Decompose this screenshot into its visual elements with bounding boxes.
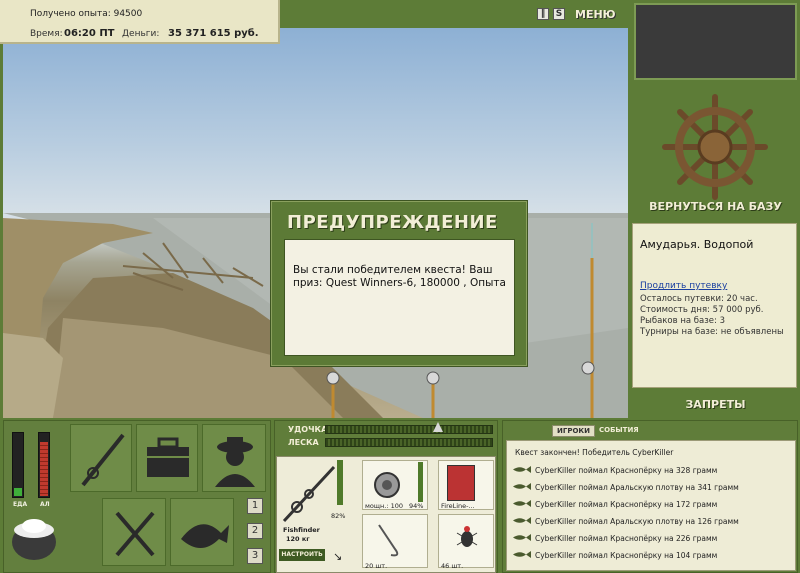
fishers-count: Рыбаков на базе: 3 (640, 316, 725, 326)
reel-percent: 94% (409, 502, 424, 510)
chat-header: Квест закончен! Победитель CyberKiller (515, 448, 674, 457)
fish-icon (513, 517, 531, 524)
line-tension-label: ЛЕСКА (288, 438, 319, 447)
fish-icon (513, 551, 531, 558)
eat-button[interactable] (102, 498, 166, 566)
rod-reel-icon[interactable] (279, 459, 339, 525)
catch-button[interactable] (170, 498, 234, 566)
tackle-box-icon (147, 437, 189, 477)
trip-remaining: Осталось путевки: 20 час. (640, 294, 758, 304)
knife-fork-icon (115, 511, 155, 557)
time-label: Время: (30, 29, 63, 39)
sound-icon[interactable]: S (553, 8, 565, 20)
extend-trip-link[interactable]: Продлить путевку (640, 281, 727, 291)
alcohol-gauge (38, 432, 50, 498)
bait-count: 46 шт. (441, 562, 464, 570)
bait-slot[interactable] (438, 514, 494, 568)
reel-power: мощн.: 100 (365, 502, 403, 510)
fisherman-icon (215, 437, 255, 487)
alcohol-label: АЛ (40, 501, 50, 508)
tackle-box-button[interactable] (136, 424, 198, 492)
return-to-base-button[interactable]: ВЕРНУТЬСЯ НА БАЗУ (634, 200, 797, 213)
rod-weight: 120 кг (286, 535, 310, 543)
rod-tension-bar (325, 425, 493, 434)
player-stats: Получено опыта: 94500 Время: 06:20 ПТ Де… (0, 0, 280, 44)
hook-count: 20 шт. (365, 562, 388, 570)
list-item: CyberKiller поймал Краснопёрку на 328 гр… (535, 466, 718, 475)
list-item: CyberKiller поймал Аральскую плотву на 1… (535, 517, 739, 526)
bait-icon (456, 526, 478, 547)
fisherman-button[interactable] (202, 424, 266, 492)
hook-icon (378, 524, 399, 557)
slot-1-button[interactable]: 1 (247, 498, 263, 514)
bans-button[interactable]: ЗАПРЕТЫ (634, 398, 797, 411)
pause-icon[interactable]: ‖ (537, 8, 549, 20)
fish-icon (181, 524, 229, 548)
food-gauge (12, 432, 24, 498)
line-tension-bar (325, 438, 493, 447)
menu-button[interactable]: МЕНЮ (575, 8, 616, 21)
fish-icon (513, 534, 531, 541)
top-controls: ‖ S МЕНЮ (537, 6, 616, 22)
arrow-icon: ↘ (333, 550, 343, 563)
hook-slot[interactable] (362, 514, 428, 568)
slot-3-button[interactable]: 3 (247, 548, 263, 564)
rod-durability-bar (337, 460, 343, 505)
list-item: CyberKiller поймал Краснопёрку на 226 гр… (535, 534, 718, 543)
fish-icon (513, 483, 531, 490)
rod-percent: 82% (331, 512, 346, 520)
day-cost: Стоимость дня: 57 000 руб. (640, 305, 764, 315)
fishing-rod-icon (81, 433, 125, 487)
reel-durability-bar (418, 462, 423, 502)
cauldron-icon[interactable] (8, 512, 60, 564)
experience-label: Получено опыта: 94500 (30, 9, 143, 19)
tournaments-status: Турниры на базе: не объявлены (640, 327, 784, 337)
time-value: 06:20 ПТ (64, 28, 115, 39)
dialog-title: ПРЕДУПРЕЖДЕНИЕ (287, 212, 498, 233)
ship-wheel-icon[interactable] (660, 92, 770, 202)
base-info-panel: Амударья. Водопой Продлить путевку Остал… (632, 223, 797, 388)
fishing-line-icon (447, 465, 475, 501)
rod-button[interactable] (70, 424, 132, 492)
list-item: CyberKiller поймал Краснопёрку на 172 гр… (535, 500, 718, 509)
dialog-message: Вы стали победителем квеста! Ваш приз: Q… (284, 239, 515, 356)
food-label: ЕДА (13, 501, 28, 508)
money-label: Деньги: (122, 29, 160, 39)
line-name: FireLine-... (441, 502, 475, 510)
setup-button[interactable]: НАСТРОИТЬ (279, 549, 325, 561)
tab-events[interactable]: СОБЫТИЯ (599, 426, 639, 434)
minimap[interactable] (634, 3, 797, 80)
tab-players[interactable]: ИГРОКИ (552, 425, 595, 437)
list-item: CyberKiller поймал Краснопёрку на 104 гр… (535, 551, 718, 560)
rod-name: Fishfinder (283, 526, 320, 534)
tension-marker (433, 422, 443, 432)
fish-icon (513, 500, 531, 507)
game-root: Получено опыта: 94500 Время: 06:20 ПТ Де… (0, 0, 800, 573)
reel-icon (374, 472, 400, 498)
location-name: Амударья. Водопой (640, 238, 754, 251)
slot-2-button[interactable]: 2 (247, 523, 263, 539)
rod-tension-label: УДОЧКА (288, 425, 328, 434)
fish-icon (513, 466, 531, 473)
warning-dialog: ПРЕДУПРЕЖДЕНИЕ Вы стали победителем квес… (270, 200, 528, 367)
list-item: CyberKiller поймал Аральскую плотву на 3… (535, 483, 739, 492)
money-value: 35 371 615 руб. (168, 28, 259, 39)
